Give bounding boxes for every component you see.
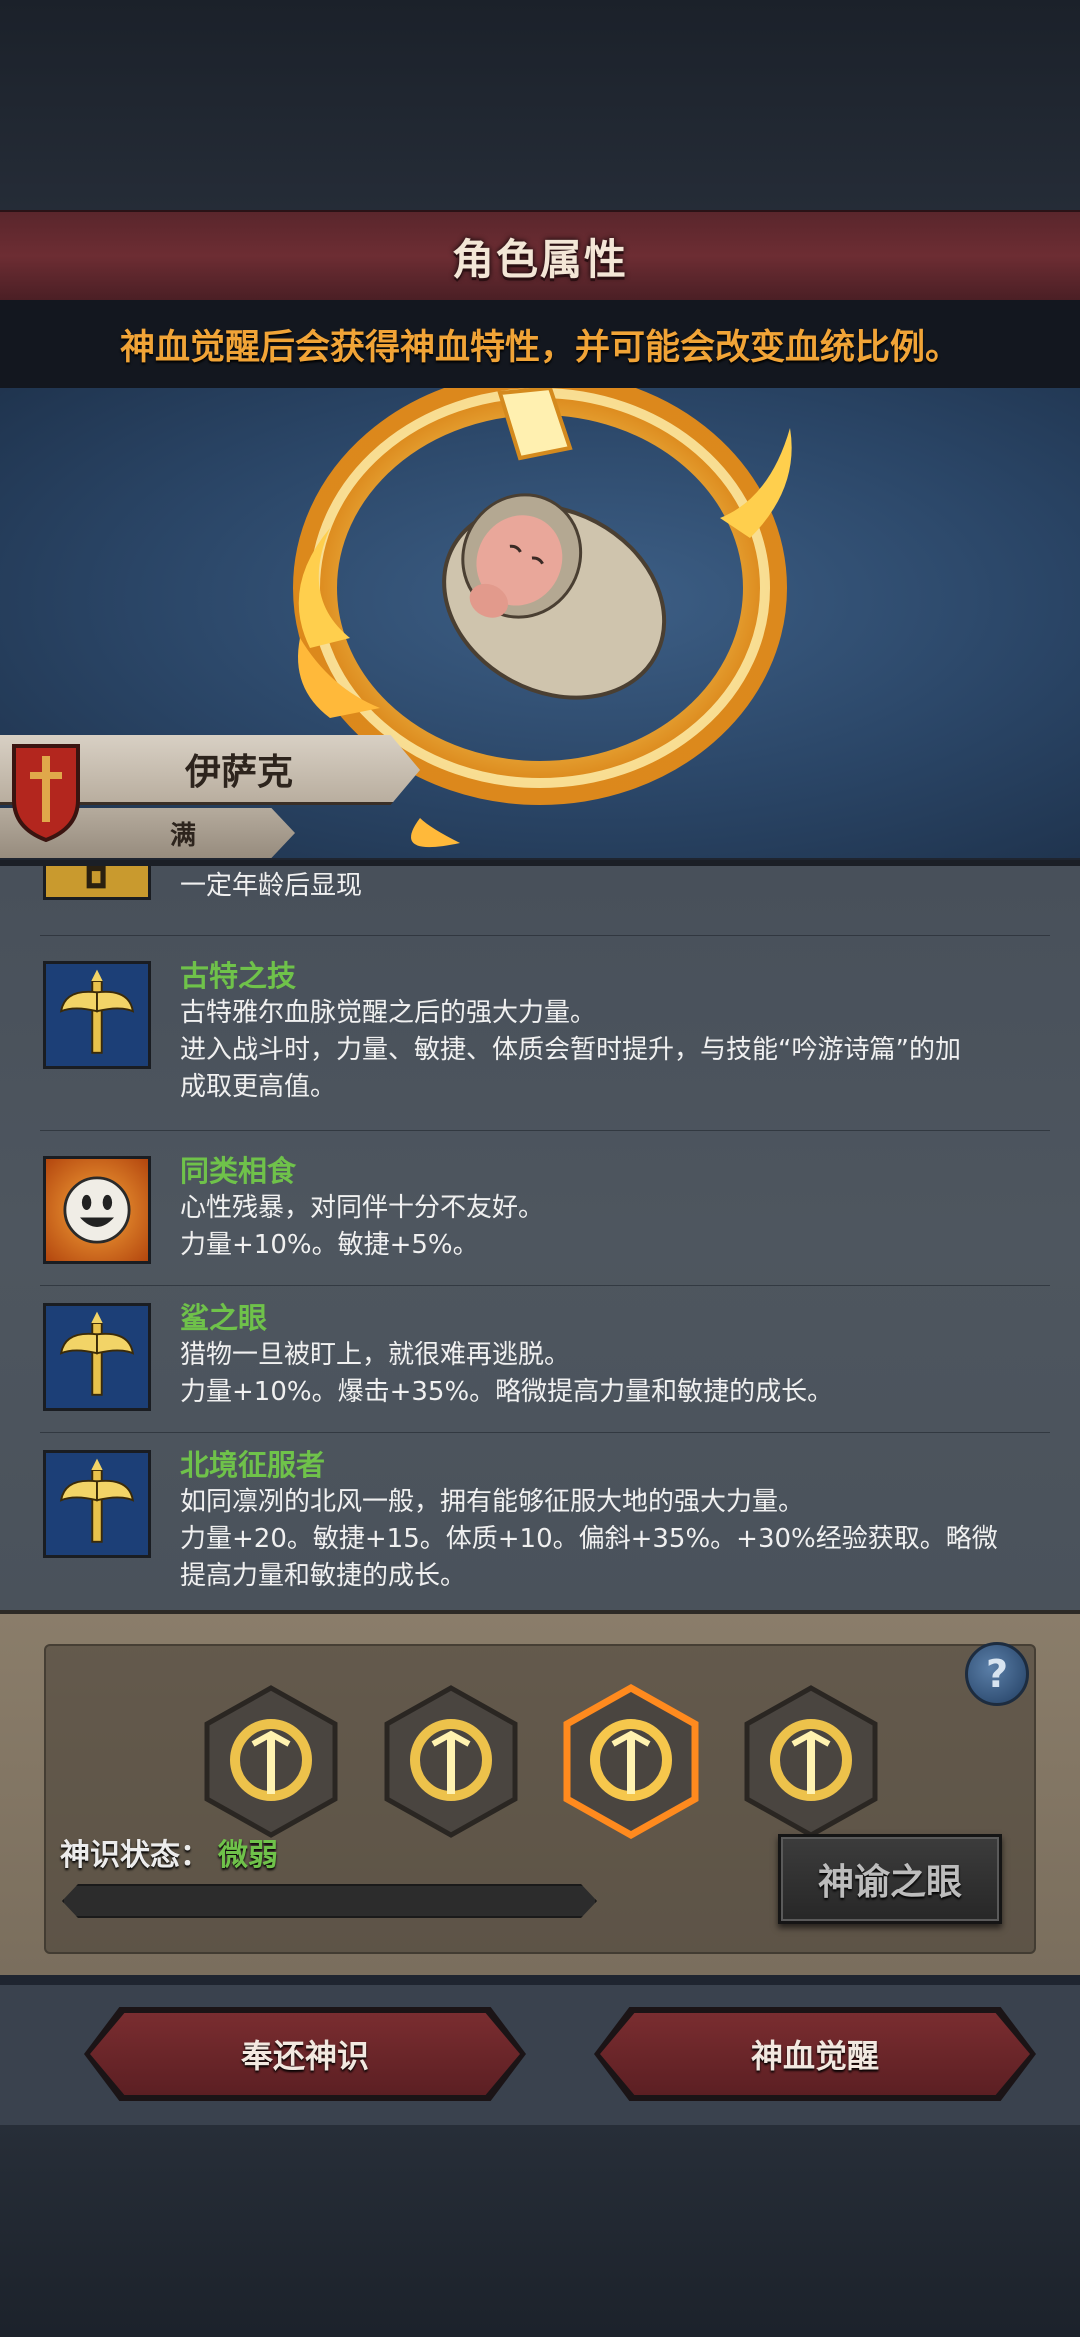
golden-axe-icon xyxy=(43,1303,151,1411)
oracle-eye-button[interactable]: 神谕之眼 xyxy=(778,1834,1002,1924)
smiley-face-icon xyxy=(43,1156,151,1264)
golden-axe-icon xyxy=(43,961,151,1069)
trait-name: 北境征服者 xyxy=(180,1448,326,1482)
trait-name: 鲨之眼 xyxy=(180,1301,268,1335)
return-button-label: 奉还神识 xyxy=(240,2037,369,2075)
trait-item: 北境征服者 如同凛冽的北风一般，拥有能够征服大地的强大力量。 力量+20。敏捷+… xyxy=(40,1448,1050,1610)
trait-desc-line: 成取更高值。 xyxy=(180,1072,337,1102)
character-name: 伊萨克 xyxy=(185,751,294,793)
character-sub-label: 满 xyxy=(170,820,197,851)
trait-item: 同类相食 心性残暴，对同伴十分不友好。 力量+10%。敏捷+5%。 xyxy=(40,1154,1050,1286)
top-background xyxy=(0,0,1080,210)
help-icon: ? xyxy=(985,1652,1009,1696)
return-divine-sense-button[interactable]: 奉还神识 xyxy=(90,2013,520,2095)
help-button[interactable]: ? xyxy=(965,1642,1029,1706)
crest-shield-icon xyxy=(12,744,80,842)
trait-desc-line: 心性残暴，对同伴十分不友好。 xyxy=(180,1193,545,1223)
traits-list[interactable]: 一定年龄后显现 古特之技 古特雅尔血脉觉醒之后的强大力量。 进入战斗时，力量、敏… xyxy=(0,860,1080,1610)
divine-status-value: 微弱 xyxy=(218,1838,278,1873)
trait-desc-line: 提高力量和敏捷的成长。 xyxy=(180,1561,467,1591)
awaken-button-label: 神血觉醒 xyxy=(750,2037,879,2075)
oracle-eye-label: 神谕之眼 xyxy=(817,1862,962,1903)
trait-desc-line: 进入战斗时，力量、敏捷、体质会暂时提升，与技能“吟游诗篇”的加 xyxy=(180,1035,961,1065)
trait-item: 古特之技 古特雅尔血脉觉醒之后的强大力量。 进入战斗时，力量、敏捷、体质会暂时提… xyxy=(40,959,1050,1131)
page-title: 角色属性 xyxy=(451,234,628,284)
trait-desc-line: 猎物一旦被盯上，就很难再逃脱。 xyxy=(180,1340,571,1370)
divine-status-label: 神识状态： xyxy=(60,1838,210,1873)
locked-trait-icon xyxy=(43,866,151,900)
trait-name: 同类相食 xyxy=(180,1154,297,1188)
trait-name: 古特之技 xyxy=(180,959,297,993)
trait-item: 鲨之眼 猎物一旦被盯上，就很难再逃脱。 力量+10%。爆击+35%。略微提高力量… xyxy=(40,1301,1050,1433)
trait-desc-line: 力量+10%。爆击+35%。略微提高力量和敏捷的成长。 xyxy=(180,1377,834,1407)
golden-axe-icon xyxy=(43,1450,151,1558)
divine-slot-3-selected[interactable] xyxy=(561,1684,701,1839)
bottom-background xyxy=(0,2125,1080,2337)
divine-blood-awaken-button[interactable]: 神血觉醒 xyxy=(600,2013,1030,2095)
trait-item: 一定年龄后显现 xyxy=(40,866,1050,936)
divine-slot-2[interactable] xyxy=(381,1684,521,1839)
trait-desc-line: 力量+10%。敏捷+5%。 xyxy=(180,1230,479,1260)
divine-slot-4[interactable] xyxy=(741,1684,881,1839)
trait-desc-line: 一定年龄后显现 xyxy=(180,871,363,901)
trait-desc-line: 如同凛冽的北风一般，拥有能够征服大地的强大力量。 xyxy=(180,1487,805,1517)
title-bar: 角色属性 xyxy=(0,210,1080,300)
divine-slot-1[interactable] xyxy=(201,1684,341,1839)
trait-desc-line: 古特雅尔血脉觉醒之后的强大力量。 xyxy=(180,998,597,1028)
notice-bar: 神血觉醒后会获得神血特性，并可能会改变血统比例。 xyxy=(0,300,1080,388)
divine-progress-bar xyxy=(62,1884,597,1918)
trait-desc-line: 力量+20。敏捷+15。体质+10。偏斜+35%。+30%经验获取。略微 xyxy=(180,1524,998,1554)
notice-text: 神血觉醒后会获得神血特性，并可能会改变血统比例。 xyxy=(119,327,960,368)
